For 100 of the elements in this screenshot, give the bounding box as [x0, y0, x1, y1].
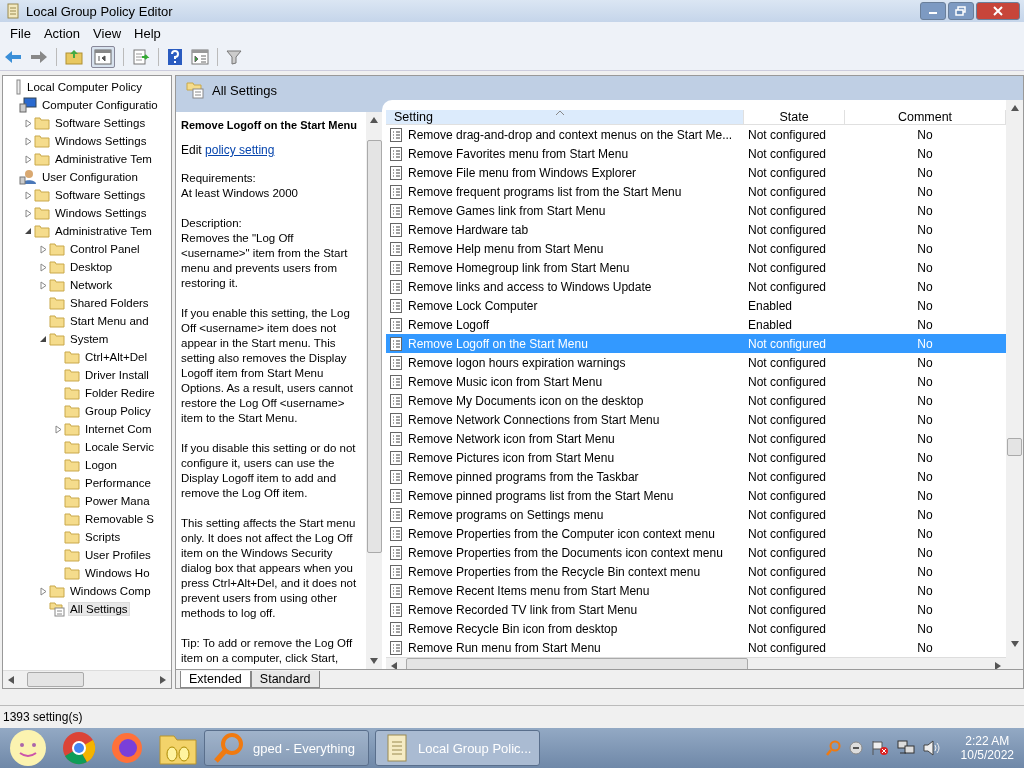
table-row[interactable]: Remove Properties from the Documents icon context menu Not configured No [386, 543, 1006, 562]
scroll-right-icon[interactable] [160, 675, 166, 684]
tree-item[interactable]: Software Settings [53, 188, 148, 202]
table-row[interactable]: Remove Favorites menu from Start Menu Not configured No [386, 144, 1006, 163]
table-row[interactable]: Remove Pictures icon from Start Menu Not configured No [386, 448, 1006, 467]
expand-arrow-icon[interactable] [24, 208, 32, 218]
restore-button[interactable] [948, 2, 974, 20]
tree-item[interactable]: Windows Ho [83, 566, 152, 580]
tree-item[interactable]: Administrative Tem [53, 224, 154, 238]
table-row[interactable]: Remove Help menu from Start Menu Not configured No [386, 239, 1006, 258]
table-row[interactable]: Remove My Documents icon on the desktop Not configured No [386, 391, 1006, 410]
tree-item[interactable]: Control Panel [68, 242, 142, 256]
tree-item[interactable]: Software Settings [53, 116, 148, 130]
table-row[interactable]: Remove pinned programs list from the Start Menu Not configured No [386, 486, 1006, 505]
expand-arrow-icon[interactable] [39, 586, 47, 596]
folder-up-icon[interactable] [65, 49, 83, 65]
tree-item[interactable]: User Configuration [40, 170, 140, 184]
console-tree-icon[interactable] [91, 46, 115, 68]
scrollbar-thumb[interactable] [1007, 438, 1022, 456]
forward-arrow-icon[interactable] [30, 50, 48, 64]
tree-item[interactable]: User Profiles [83, 548, 153, 562]
pane-icon[interactable] [191, 49, 209, 65]
tree-item[interactable]: Desktop [68, 260, 115, 274]
tree-item[interactable]: Windows Settings [53, 134, 149, 148]
scroll-left-icon[interactable] [8, 675, 14, 684]
tree-item[interactable]: Driver Install [83, 368, 151, 382]
table-row[interactable]: Remove pinned programs from the Taskbar Not configured No [386, 467, 1006, 486]
browser-icon[interactable] [62, 731, 96, 765]
scroll-right-icon[interactable] [995, 661, 1001, 669]
speaker-icon[interactable] [922, 740, 941, 756]
table-row[interactable]: Remove Recycle Bin icon from desktop Not configured No [386, 619, 1006, 638]
expand-arrow-icon[interactable] [24, 136, 32, 146]
collapse-arrow-icon[interactable] [24, 227, 32, 235]
vertical-scrollbar[interactable] [366, 112, 382, 669]
help-icon[interactable] [167, 48, 183, 66]
table-row[interactable]: Remove logon hours expiration warnings Not configured No [386, 353, 1006, 372]
tree-item[interactable]: Locale Servic [83, 440, 157, 454]
tree-item[interactable]: System [68, 332, 111, 346]
table-row[interactable]: Remove links and access to Windows Update Not configured No [386, 277, 1006, 296]
vertical-scrollbar[interactable] [1006, 100, 1023, 669]
tree-item[interactable]: Scripts [83, 530, 123, 544]
tree-item[interactable]: Network [68, 278, 115, 292]
view-tab[interactable]: Extended [180, 671, 251, 688]
smiley-icon[interactable] [8, 728, 48, 768]
table-row[interactable]: Remove Homegroup link from Start Menu Not configured No [386, 258, 1006, 277]
table-row[interactable]: Remove Recent Items menu from Start Menu Not configured No [386, 581, 1006, 600]
table-row[interactable]: Remove Network Connections from Start Menu Not configured No [386, 410, 1006, 429]
scroll-up-icon[interactable] [370, 117, 378, 123]
expand-arrow-icon[interactable] [39, 262, 47, 272]
scroll-down-icon[interactable] [370, 658, 378, 664]
tree-item[interactable]: Logon [83, 458, 119, 472]
table-row[interactable]: Remove Properties from the Recycle Bin context menu Not configured No [386, 562, 1006, 581]
collapse-arrow-icon[interactable] [39, 335, 47, 343]
tree-item[interactable]: Ctrl+Alt+Del [83, 350, 149, 364]
expand-arrow-icon[interactable] [39, 280, 47, 290]
table-row[interactable]: Remove Logoff Enabled No [386, 315, 1006, 334]
table-row[interactable]: Remove Recorded TV link from Start Menu Not configured No [386, 600, 1006, 619]
tree-item[interactable]: Computer Configuratio [40, 98, 160, 112]
horizontal-scrollbar[interactable] [386, 657, 1006, 669]
horizontal-scrollbar[interactable] [3, 670, 171, 688]
scroll-left-icon[interactable] [391, 661, 397, 669]
expand-arrow-icon[interactable] [24, 118, 32, 128]
filter-icon[interactable] [226, 49, 242, 65]
tree-item[interactable]: Local Computer Policy [25, 80, 145, 94]
tree-item[interactable]: Performance [83, 476, 153, 490]
minus-circle-icon[interactable] [848, 741, 863, 755]
menu-item[interactable]: Help [128, 25, 168, 41]
scroll-down-icon[interactable] [1010, 641, 1019, 647]
tree-item[interactable]: Power Mana [83, 494, 152, 508]
browser-icon[interactable] [110, 731, 144, 765]
scrollbar-thumb[interactable] [27, 672, 84, 687]
close-button[interactable] [976, 2, 1020, 20]
column-header[interactable]: Setting [386, 110, 744, 124]
tree-item[interactable]: Group Policy [83, 404, 153, 418]
table-row[interactable]: Remove programs on Settings menu Not configured No [386, 505, 1006, 524]
expand-arrow-icon[interactable] [24, 190, 32, 200]
tree-item[interactable]: Windows Comp [68, 584, 153, 598]
column-header[interactable]: State [744, 110, 845, 124]
table-row[interactable]: Remove Properties from the Computer icon context menu Not configured No [386, 524, 1006, 543]
table-row[interactable]: Remove Music icon from Start Menu Not configured No [386, 372, 1006, 391]
tree-item[interactable]: Removable S [83, 512, 157, 526]
policy-setting-link[interactable]: policy setting [205, 143, 275, 157]
minimize-button[interactable] [920, 2, 946, 20]
expand-arrow-icon[interactable] [54, 424, 62, 434]
table-row[interactable]: Remove frequent programs list from the Start Menu Not configured No [386, 182, 1006, 201]
table-row[interactable]: Remove File menu from Windows Explorer Not configured No [386, 163, 1006, 182]
view-tab[interactable]: Standard [250, 671, 320, 688]
table-row[interactable]: Remove Run menu from Start Menu Not configured No [386, 638, 1006, 657]
scrollbar-thumb[interactable] [366, 140, 382, 553]
tree-item[interactable]: Windows Settings [53, 206, 149, 220]
table-row[interactable]: Remove Network icon from Start Menu Not configured No [386, 429, 1006, 448]
scrollbar-thumb[interactable] [406, 658, 748, 669]
menu-item[interactable]: View [87, 25, 129, 41]
table-row[interactable]: Remove Hardware tab Not configured No [386, 220, 1006, 239]
menu-item[interactable]: Action [37, 25, 88, 41]
tree-item[interactable]: Start Menu and [68, 314, 151, 328]
table-row[interactable]: Remove drag-and-drop and context menus on the Start Me... Not configured No [386, 125, 1006, 144]
flag-icon[interactable] [870, 740, 889, 756]
tree-item[interactable]: Internet Com [83, 422, 154, 436]
network-icon[interactable] [896, 740, 915, 756]
